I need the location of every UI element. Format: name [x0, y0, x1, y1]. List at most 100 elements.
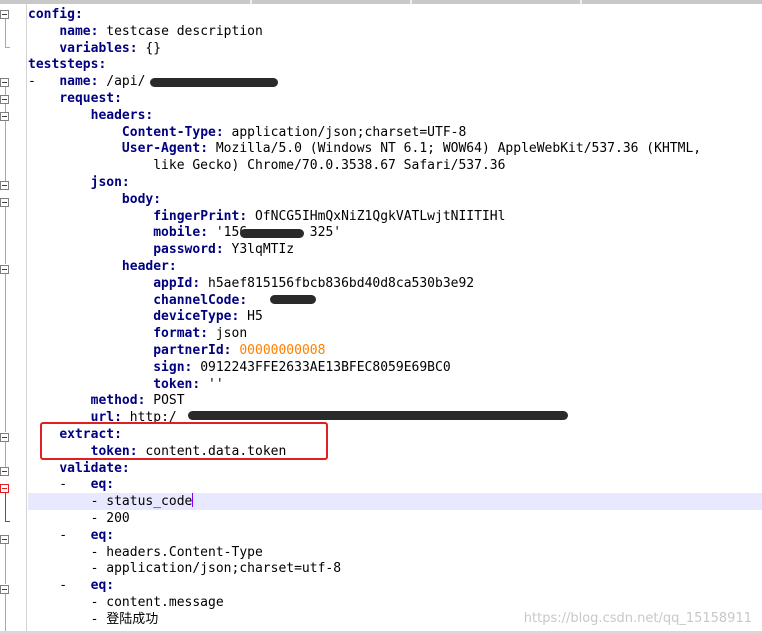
- yaml-key: request:: [59, 91, 122, 106]
- yaml-text: 0912243FFE2633AE13BFEC8059E69BC0: [192, 360, 451, 375]
- yaml-text: -: [28, 578, 91, 593]
- yaml-text: [28, 209, 153, 224]
- yaml-key: eq:: [90, 477, 115, 492]
- code-line[interactable]: User-Agent: Mozilla/5.0 (Windows NT 6.1;…: [28, 140, 701, 157]
- code-line[interactable]: - eq:: [28, 476, 114, 493]
- code-line[interactable]: deviceType: H5: [28, 308, 263, 325]
- code-line[interactable]: - headers.Content-Type: [28, 544, 263, 561]
- fold-guide: [5, 19, 6, 47]
- code-line[interactable]: body:: [28, 191, 161, 208]
- yaml-text: [28, 242, 153, 257]
- yaml-text: [247, 293, 255, 308]
- code-line[interactable]: sign: 0912243FFE2633AE13BFEC8059E69BC0: [28, 359, 451, 376]
- code-line[interactable]: password: Y3lqMTIz: [28, 241, 294, 258]
- tab-separator: [410, 0, 412, 4]
- fold-toggle[interactable]: [0, 433, 9, 442]
- fold-toggle[interactable]: [0, 535, 9, 544]
- code-line[interactable]: channelCode:: [28, 292, 255, 309]
- annotation-highlight-box: [40, 422, 328, 460]
- fold-toggle[interactable]: [0, 265, 9, 274]
- yaml-text: [28, 326, 153, 341]
- yaml-text: application/json;charset=UTF-8: [223, 125, 467, 140]
- fold-toggle[interactable]: [0, 78, 9, 87]
- redaction-mark: [150, 78, 278, 87]
- yaml-text: - content.message: [28, 595, 224, 610]
- text-cursor: [192, 493, 194, 507]
- yaml-text: - status_code: [28, 494, 193, 509]
- code-line[interactable]: headers:: [28, 107, 154, 124]
- yaml-text: 325': [309, 225, 342, 240]
- yaml-key: partnerId:: [153, 343, 232, 358]
- yaml-key: validate:: [59, 461, 130, 476]
- yaml-text: [28, 108, 91, 123]
- yaml-text: Y3lqMTIz: [223, 242, 295, 257]
- fold-toggle[interactable]: [0, 181, 9, 190]
- yaml-key: eq:: [90, 578, 115, 593]
- yaml-key: mobile:: [153, 225, 209, 240]
- yaml-key: headers:: [90, 108, 154, 123]
- yaml-key: name:: [59, 74, 99, 89]
- code-line[interactable]: - content.message: [28, 594, 224, 611]
- yaml-key: appId:: [153, 276, 201, 291]
- fold-guide-active: [5, 493, 6, 521]
- code-line[interactable]: method: POST: [28, 392, 185, 409]
- fold-end-marker: [5, 521, 10, 522]
- yaml-text: json: [208, 326, 248, 341]
- tab-separator: [250, 0, 252, 4]
- code-line[interactable]: config:: [28, 6, 83, 23]
- yaml-text: - headers.Content-Type: [28, 545, 263, 560]
- yaml-key: header:: [121, 259, 177, 274]
- fold-toggle[interactable]: [0, 585, 9, 594]
- code-line[interactable]: teststeps:: [28, 56, 106, 73]
- fold-guide: [5, 594, 6, 634]
- code-line[interactable]: like Gecko) Chrome/70.0.3538.67 Safari/5…: [28, 157, 505, 174]
- code-editor[interactable]: config: name: testcase description varia…: [0, 0, 762, 634]
- code-line[interactable]: token: '': [28, 376, 223, 393]
- fold-guide: [5, 207, 6, 264]
- yaml-key: User-Agent:: [121, 141, 209, 156]
- fold-toggle-active[interactable]: [0, 484, 9, 493]
- code-line[interactable]: - name: /api/: [28, 73, 145, 90]
- code-line[interactable]: validate:: [28, 460, 130, 477]
- fold-toggle[interactable]: [0, 467, 9, 476]
- yaml-key: method:: [90, 393, 146, 408]
- yaml-text: [28, 393, 91, 408]
- fold-guide: [5, 274, 6, 432]
- fold-toggle[interactable]: [0, 95, 9, 104]
- code-line[interactable]: variables: {}: [28, 40, 161, 57]
- code-line[interactable]: name: testcase description: [28, 23, 263, 40]
- code-line[interactable]: request:: [28, 90, 122, 107]
- yaml-text: {}: [137, 41, 162, 56]
- fold-toggle[interactable]: [0, 112, 9, 121]
- yaml-key: channelCode:: [153, 293, 248, 308]
- code-line[interactable]: - status_code: [28, 493, 194, 510]
- code-line[interactable]: appId: h5aef815156fbcb836bd40d8ca530b3e9…: [28, 275, 474, 292]
- code-line[interactable]: Content-Type: application/json;charset=U…: [28, 124, 466, 141]
- fold-toggle[interactable]: [0, 10, 9, 19]
- code-line[interactable]: format: json: [28, 325, 247, 342]
- yaml-text: OfNCG5IHmQxNiZ1QgkVATLwjtNIITIHl: [247, 209, 506, 224]
- code-line[interactable]: - eq:: [28, 527, 114, 544]
- yaml-text: [28, 225, 153, 240]
- yaml-text: [28, 293, 153, 308]
- code-line[interactable]: - application/json;charset=utf-8: [28, 560, 341, 577]
- yaml-key: config:: [28, 7, 83, 22]
- yaml-key: teststeps:: [28, 57, 107, 72]
- yaml-key: variables:: [59, 41, 138, 56]
- code-line[interactable]: partnerId: 00000000008: [28, 342, 325, 359]
- code-line[interactable]: header:: [28, 258, 177, 275]
- yaml-key: eq:: [90, 528, 115, 543]
- yaml-text: [28, 259, 122, 274]
- yaml-text: [28, 141, 122, 156]
- yaml-text: [28, 175, 91, 190]
- fold-toggle[interactable]: [0, 198, 9, 207]
- yaml-text: [28, 41, 59, 56]
- code-line[interactable]: - 200: [28, 510, 130, 527]
- fold-guide: [5, 87, 6, 95]
- code-line[interactable]: - eq:: [28, 577, 114, 594]
- code-line[interactable]: json:: [28, 174, 130, 191]
- code-line[interactable]: - 登陆成功: [28, 611, 159, 628]
- fold-end-marker: [5, 47, 10, 48]
- code-line[interactable]: fingerPrint: OfNCG5IHmQxNiZ1QgkVATLwjtNI…: [28, 208, 505, 225]
- yaml-text: h5aef815156fbcb836bd40d8ca530b3e92: [200, 276, 475, 291]
